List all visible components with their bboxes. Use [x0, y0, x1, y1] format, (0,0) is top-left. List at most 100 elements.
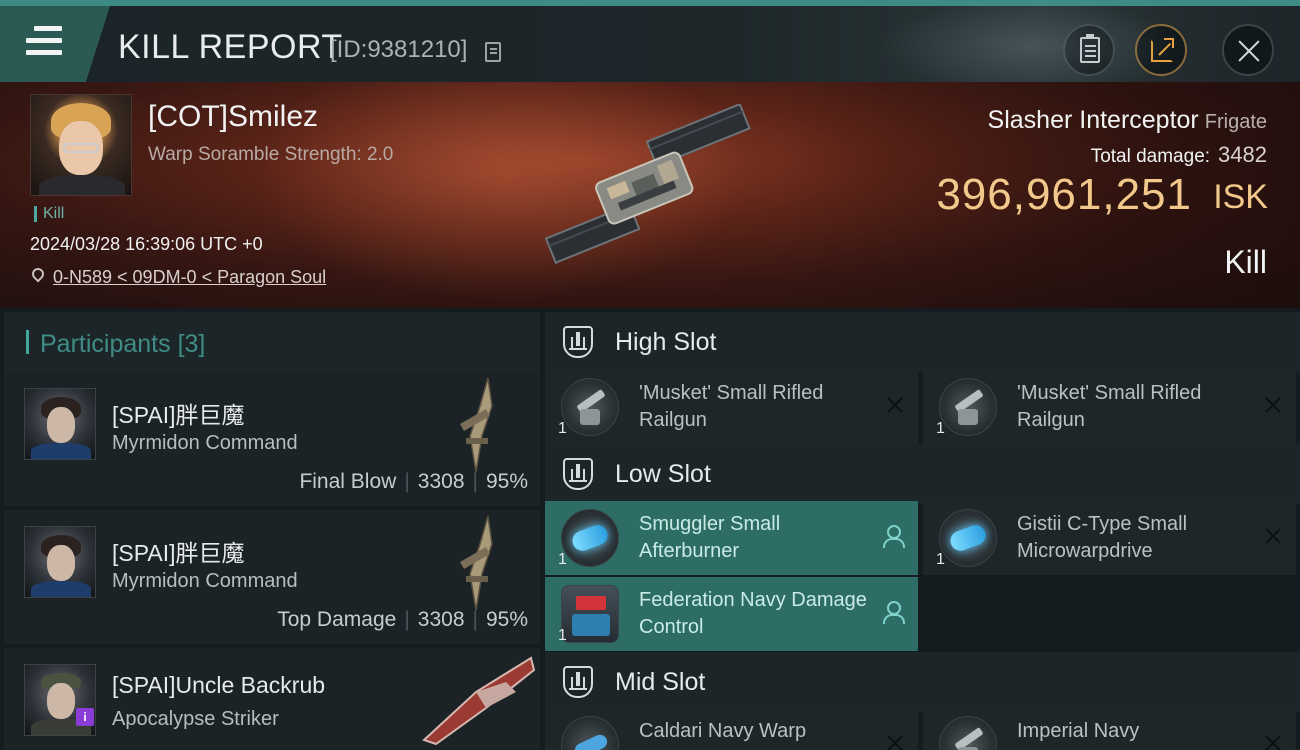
afterburner-icon	[561, 509, 619, 567]
module-item[interactable]: 1 Imperial Navy	[923, 708, 1296, 750]
module-icon	[939, 716, 997, 750]
participant-role: Top Damage	[277, 608, 397, 631]
railgun-icon	[939, 378, 997, 436]
module-quantity: 1	[558, 627, 567, 644]
report-id: [ID:9381210]	[330, 36, 468, 63]
module-quantity: 1	[936, 420, 945, 437]
module-name: Imperial Navy	[1017, 720, 1140, 742]
result-label: Kill	[1224, 244, 1267, 280]
destroyed-x-icon	[1264, 734, 1282, 750]
module-name: Gistii C-Type Small Microwarpdrive	[1017, 513, 1188, 562]
module-item[interactable]: 1 'Musket' Small Rifled Railgun	[545, 370, 918, 444]
participant-stats: Final Blow | 3308 | 95%	[299, 470, 528, 493]
module-name: Smuggler Small Afterburner	[639, 513, 781, 562]
share-button[interactable]	[1135, 24, 1187, 76]
participant-ship: Myrmidon Command	[112, 570, 298, 592]
victim-avatar[interactable]	[30, 94, 132, 196]
dropped-person-icon	[882, 601, 905, 624]
participants-panel: Participants [3] [SPAI]胖巨魔 Myrmidon Comm…	[0, 308, 541, 750]
mid-slot-header: Mid Slot	[545, 652, 1300, 712]
total-damage: Total damage: 3482	[1091, 142, 1267, 168]
participant-percent: 95%	[485, 608, 528, 631]
menu-button[interactable]	[0, 6, 110, 82]
hamburger-menu-icon	[26, 26, 62, 56]
participant-badge-icon: i	[76, 708, 94, 726]
participant-avatar[interactable]	[24, 388, 96, 460]
low-slot-title: Low Slot	[615, 460, 711, 488]
participant-name: [SPAI]Uncle Backrub	[112, 672, 326, 698]
module-name: Caldari Navy Warp	[639, 720, 807, 742]
participant-ship: Apocalypse Striker	[112, 708, 279, 730]
clipboard-button[interactable]	[1063, 24, 1115, 76]
participant-percent: 95%	[485, 470, 528, 493]
isk-unit: ISK	[1213, 178, 1268, 216]
warp-disruptor-icon	[561, 716, 619, 750]
high-slot-header: High Slot	[545, 312, 1300, 372]
destroyed-x-icon	[1264, 396, 1282, 414]
clipboard-icon	[1080, 34, 1100, 63]
page-title: KILL REPORT	[118, 28, 343, 66]
high-slot-icon	[563, 326, 593, 358]
victim-summary: [COT]Smilez Warp Soramble Strength: 2.0 …	[0, 82, 1300, 308]
participant-ship-image	[422, 656, 536, 746]
isk-value: 396,961,251	[936, 170, 1192, 219]
participant-ship: Myrmidon Command	[112, 432, 298, 454]
mid-slot-title: Mid Slot	[615, 668, 706, 696]
railgun-icon	[561, 378, 619, 436]
warp-scramble-strength: Warp Soramble Strength: 2.0	[148, 144, 394, 165]
module-item[interactable]: 1 Caldari Navy Warp	[545, 708, 918, 750]
module-item[interactable]: 1 Smuggler Small Afterburner	[545, 501, 918, 575]
ship-class: Frigate	[1204, 111, 1267, 133]
kill-timestamp: 2024/03/28 16:39:06 UTC +0	[30, 234, 263, 254]
participant-damage: 3308	[417, 470, 465, 493]
participant-damage: 3308	[417, 608, 465, 631]
mid-slot-icon	[563, 666, 593, 698]
kill-type-tag: Kill	[34, 206, 64, 222]
dropped-person-icon	[882, 525, 905, 548]
module-item[interactable]: 1 Federation Navy Damage Control	[545, 577, 918, 651]
participant-card[interactable]: [SPAI]胖巨魔 Myrmidon Command Top Damage | 33…	[4, 510, 540, 644]
participant-ship-image	[460, 515, 493, 611]
close-icon	[1235, 37, 1263, 65]
module-item[interactable]: 1 Gistii C-Type Small Microwarpdrive	[923, 501, 1296, 575]
microwarpdrive-icon	[939, 509, 997, 567]
module-item[interactable]: 1 'Musket' Small Rifled Railgun	[923, 370, 1296, 444]
total-damage-label: Total damage:	[1090, 146, 1211, 167]
participant-card[interactable]: [SPAI]胖巨魔 Myrmidon Command Final Blow | 33…	[4, 372, 540, 506]
participant-avatar[interactable]	[24, 526, 96, 598]
participants-count: [3]	[177, 330, 206, 358]
high-slot-title: High Slot	[615, 328, 717, 356]
victim-name[interactable]: [COT]Smilez	[148, 100, 318, 134]
ship-name-text: Slasher Interceptor	[987, 106, 1199, 134]
participant-role: Final Blow	[299, 470, 397, 493]
participant-name: [SPAI]胖巨魔	[112, 402, 245, 428]
fitting-panel: High Slot 1 'Musket' Small Rifled Railgu…	[541, 308, 1300, 750]
total-damage-value: 3482	[1218, 142, 1267, 167]
section-accent-bar	[26, 330, 29, 354]
destroyed-x-icon	[886, 734, 904, 750]
low-slot-icon	[563, 458, 593, 490]
copy-icon[interactable]	[485, 42, 501, 62]
close-button[interactable]	[1222, 24, 1274, 76]
low-slot-header: Low Slot	[545, 444, 1300, 504]
participant-stats: Top Damage | 3308 | 95%	[277, 608, 528, 631]
damage-control-icon	[561, 585, 619, 643]
victim-ship-image[interactable]	[515, 104, 785, 274]
module-quantity: 1	[558, 420, 567, 437]
location-pin-icon	[29, 265, 47, 283]
participant-ship-image	[460, 377, 493, 473]
module-name: Federation Navy Damage Control	[639, 589, 867, 638]
module-name: 'Musket' Small Rifled Railgun	[639, 382, 824, 431]
participants-title: Participants [3]	[40, 330, 205, 359]
top-bar: KILL REPORT [ID:9381210]	[0, 0, 1300, 96]
share-export-icon	[1151, 38, 1174, 62]
destroyed-x-icon	[1264, 527, 1282, 545]
participants-label: Participants	[40, 330, 171, 358]
destroyed-x-icon	[886, 396, 904, 414]
module-name: 'Musket' Small Rifled Railgun	[1017, 382, 1202, 431]
participant-card[interactable]: i [SPAI]Uncle Backrub Apocalypse Striker	[4, 648, 540, 750]
location-link[interactable]: 0-N589 < 09DM-0 < Paragon Soul	[53, 267, 326, 288]
victim-ship-name: Slasher Interceptor Frigate	[988, 106, 1267, 135]
participant-name: [SPAI]胖巨魔	[112, 540, 245, 566]
participants-header: Participants [3]	[4, 312, 540, 372]
